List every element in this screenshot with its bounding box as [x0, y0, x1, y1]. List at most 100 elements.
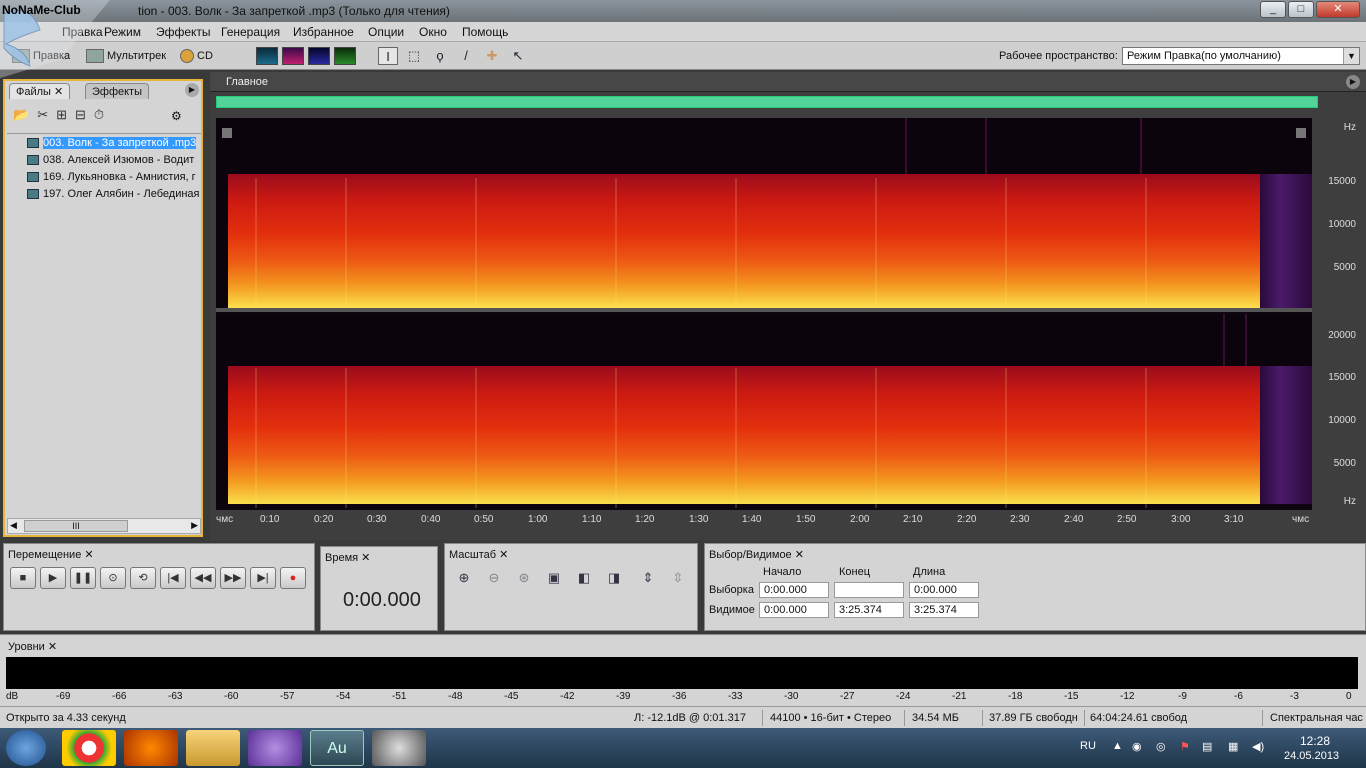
horizontal-scrollbar[interactable]: ◀ III ▶ [7, 518, 201, 534]
menu-generate[interactable]: Генерация [221, 25, 280, 39]
menu-effects[interactable]: Эффекты [156, 25, 211, 39]
audio-player-icon[interactable] [372, 730, 426, 766]
insert-cd-icon[interactable]: ⊟ [75, 107, 94, 122]
overview-bar[interactable] [216, 96, 1318, 108]
firefox-icon[interactable] [124, 730, 178, 766]
tray-flag-icon[interactable]: ⚑ [1180, 740, 1190, 753]
tab-effects[interactable]: Эффекты [85, 83, 150, 99]
menu-options[interactable]: Опции [368, 25, 404, 39]
zoom-in-amplitude-icon[interactable]: ⊕ [453, 570, 475, 588]
audition-taskbar-button[interactable]: Au [310, 730, 364, 766]
view-options-icon[interactable]: ⚙ [171, 109, 182, 123]
level-meter [6, 657, 1358, 689]
list-item[interactable]: 169. Лукьяновка - Амнистия, г [27, 169, 203, 185]
waveform-view-icon[interactable] [256, 47, 278, 65]
chrome-icon[interactable] [62, 730, 116, 766]
network-icon[interactable]: ▦ [1228, 740, 1238, 753]
spectral-display[interactable] [216, 118, 1312, 510]
selection-end-field[interactable] [834, 582, 904, 598]
time-selection-tool-icon[interactable]: I [378, 47, 398, 65]
zoom-right-edge-icon[interactable]: ◨ [603, 570, 625, 588]
frequency-scale: Hz 15000 10000 5000 20000 15000 10000 50… [1312, 118, 1360, 510]
menu-favorites[interactable]: Избранное [293, 25, 354, 39]
close-button[interactable]: ✕ [1316, 1, 1360, 18]
scroll-thumb[interactable]: III [24, 520, 128, 532]
tray-app-icon[interactable]: ◉ [1132, 740, 1142, 753]
brush-tool-icon[interactable]: / [456, 47, 476, 65]
time-display: 0:00.000 [343, 589, 421, 611]
tab-effects-label: Эффекты [92, 86, 143, 98]
visible-length-field[interactable]: 3:25.374 [909, 602, 979, 618]
zoom-in-vertical-icon[interactable]: ⇕ [637, 570, 659, 588]
menu-help[interactable]: Помощь [462, 25, 508, 39]
stop-button[interactable]: ■ [10, 567, 36, 589]
language-indicator[interactable]: RU [1080, 740, 1096, 752]
clock-date[interactable]: 24.05.2013 [1284, 750, 1339, 762]
marquee-tool-icon[interactable]: ⬚ [404, 47, 424, 65]
time-title-text: Время [325, 552, 359, 564]
tray-device-icon[interactable]: ▤ [1202, 740, 1212, 753]
spectral-view-icon[interactable] [282, 47, 304, 65]
list-item[interactable]: 003. Волк - За запреткой .mp3 [27, 135, 203, 151]
time-ruler[interactable]: чмс 0:10 0:20 0:30 0:40 0:50 1:00 1:10 1… [216, 510, 1312, 528]
clock-time[interactable]: 12:28 [1300, 734, 1330, 748]
loop-button[interactable]: ⟲ [130, 567, 156, 589]
list-item[interactable]: 038. Алексей Изюмов - Водит [27, 152, 203, 168]
start-button[interactable] [6, 730, 46, 766]
workspace-select[interactable]: Режим Правка(по умолчанию) ▼ [1122, 47, 1360, 65]
go-to-start-button[interactable]: |◀ [160, 567, 186, 589]
scroll-left-icon[interactable]: ◀ [10, 520, 17, 531]
tab-files[interactable]: Файлы ✕ [9, 83, 71, 99]
rewind-button[interactable]: ◀◀ [190, 567, 216, 589]
workspace-value: Режим Правка(по умолчанию) [1127, 50, 1281, 62]
zoom-selection-icon[interactable]: ▣ [543, 570, 565, 588]
scroll-right-icon[interactable]: ▶ [191, 520, 198, 531]
selection-start-field[interactable]: 0:00.000 [759, 582, 829, 598]
cd-view-button[interactable]: CD [180, 46, 213, 66]
zoom-left-edge-icon[interactable]: ◧ [573, 570, 595, 588]
play-from-cursor-button[interactable]: ⊙ [100, 567, 126, 589]
bittorrent-icon[interactable] [248, 730, 302, 766]
audio-file-icon [27, 189, 39, 200]
zoom-full-icon[interactable]: ⊛ [513, 570, 535, 588]
record-button[interactable]: ● [280, 567, 306, 589]
menu-window[interactable]: Окно [419, 25, 447, 39]
maximize-button[interactable]: □ [1288, 1, 1314, 18]
lasso-tool-icon[interactable]: ϙ [430, 47, 450, 65]
pause-button[interactable]: ❚❚ [70, 567, 96, 589]
time-tick: 1:50 [796, 514, 816, 525]
play-file-icon[interactable]: ⏱ [94, 107, 112, 122]
healing-brush-icon[interactable]: ✚ [482, 47, 502, 65]
pan-view-icon[interactable] [308, 47, 330, 65]
play-button[interactable]: ▶ [40, 567, 66, 589]
panel-menu-icon[interactable]: ▶ [185, 83, 199, 97]
phase-view-icon[interactable] [334, 47, 356, 65]
close-icon[interactable]: ✕ [54, 86, 63, 98]
zoom-panel: Масштаб ✕ ⊕ ⊖ ⊛ ▣ ◧ ◨ ⇕ ⇳ [444, 543, 698, 631]
explorer-icon[interactable] [186, 730, 240, 766]
spectrum-streaks [255, 118, 1247, 508]
minimize-button[interactable]: _ [1260, 1, 1286, 18]
panel-menu-icon[interactable]: ▶ [1346, 75, 1360, 89]
visible-end-field[interactable]: 3:25.374 [834, 602, 904, 618]
fast-forward-button[interactable]: ▶▶ [220, 567, 246, 589]
zoom-title-text: Масштаб [449, 549, 497, 561]
hz-label: 20000 [1328, 330, 1356, 341]
list-item[interactable]: 197. Олег Алябин - Лебединая [27, 186, 203, 202]
insert-multitrack-icon[interactable]: ⊞ [56, 107, 75, 122]
zoom-out-vertical-icon[interactable]: ⇳ [667, 570, 689, 588]
zoom-out-amplitude-icon[interactable]: ⊖ [483, 570, 505, 588]
tray-expand-icon[interactable]: ▲ [1112, 740, 1123, 752]
volume-icon[interactable]: ◀) [1252, 740, 1264, 753]
tray-app-icon[interactable]: ◎ [1156, 740, 1166, 753]
scrub-tool-icon[interactable]: ↖ [508, 47, 528, 65]
row-selection-label: Выборка [709, 584, 754, 596]
visible-start-field[interactable]: 0:00.000 [759, 602, 829, 618]
selection-title: Выбор/Видимое ✕ [709, 549, 804, 561]
hz-label: 10000 [1328, 219, 1356, 230]
selection-length-field[interactable]: 0:00.000 [909, 582, 979, 598]
open-file-icon[interactable]: 📂 [13, 107, 37, 122]
close-file-icon[interactable]: ✂ [37, 107, 56, 122]
db-tick: -69 [56, 691, 71, 702]
go-to-end-button[interactable]: ▶| [250, 567, 276, 589]
